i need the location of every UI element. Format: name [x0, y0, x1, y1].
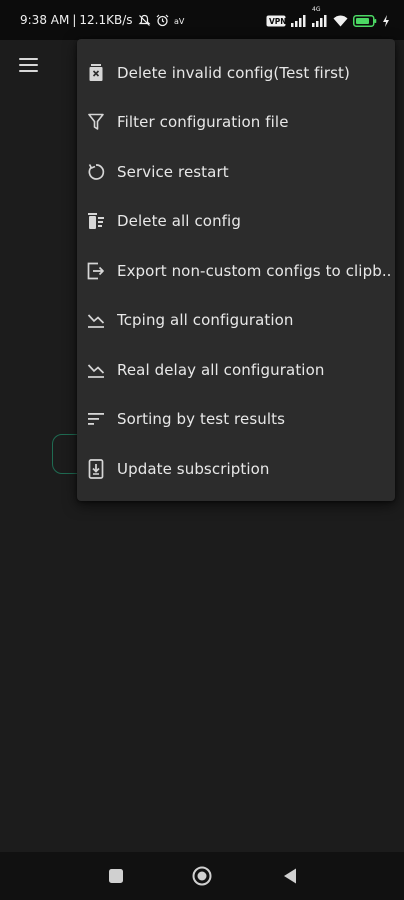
delete-invalid-icon	[86, 63, 106, 83]
menu-item-label: Delete all config	[117, 212, 241, 231]
battery-icon	[353, 12, 377, 31]
menu-item-delete-all[interactable]: Delete all config	[77, 197, 395, 247]
real-delay-icon	[86, 360, 106, 380]
menu-item-label: Filter configuration file	[117, 113, 289, 132]
menu-item-sort[interactable]: Sorting by test results	[77, 395, 395, 445]
mute-icon	[138, 14, 151, 27]
status-time: 9:38 AM	[20, 13, 70, 27]
menu-item-tcping[interactable]: Tcping all configuration	[77, 296, 395, 346]
sort-icon	[86, 409, 106, 429]
home-icon	[192, 866, 212, 886]
vowifi-icon: aV	[174, 15, 188, 26]
vpn-icon: VPN	[266, 12, 287, 31]
menu-item-service-restart[interactable]: Service restart	[77, 147, 395, 197]
menu-item-label: Real delay all configuration	[117, 360, 325, 379]
signal-4g-icon: 4G	[312, 6, 328, 31]
status-bar: 9:38 AM | 12.1KB/s aV VPN 4G	[0, 0, 404, 40]
svg-text:VPN: VPN	[269, 17, 286, 26]
menu-item-export[interactable]: Export non-custom configs to clipb..	[77, 246, 395, 296]
menu-item-label: Update subscription	[117, 459, 270, 478]
menu-item-label: Tcping all configuration	[117, 311, 294, 330]
recents-button[interactable]	[106, 866, 126, 886]
wifi-icon	[333, 12, 348, 31]
restart-icon	[86, 162, 106, 182]
navigation-bar	[0, 852, 404, 900]
back-icon	[284, 868, 296, 884]
svg-text:aV: aV	[174, 17, 185, 26]
menu-icon[interactable]	[17, 54, 41, 78]
menu-item-label: Delete invalid config(Test first)	[117, 63, 350, 82]
update-subscription-icon	[86, 458, 106, 479]
export-icon	[86, 261, 106, 281]
delete-all-icon	[86, 211, 106, 231]
home-button[interactable]	[191, 866, 212, 886]
menu-item-label: Service restart	[117, 162, 229, 181]
status-left: 9:38 AM | 12.1KB/s aV	[20, 13, 188, 27]
menu-item-delete-invalid[interactable]: Delete invalid config(Test first)	[77, 48, 395, 98]
alarm-icon	[156, 14, 169, 27]
menu-item-label: Sorting by test results	[117, 410, 286, 429]
recents-icon	[109, 869, 123, 883]
charging-icon	[382, 12, 390, 31]
tcping-icon	[86, 310, 106, 330]
filter-icon	[86, 112, 106, 132]
back-button[interactable]	[281, 866, 301, 886]
menu-item-real-delay[interactable]: Real delay all configuration	[77, 345, 395, 395]
status-separator: |	[72, 13, 77, 27]
signal-icon	[291, 12, 307, 31]
status-right: VPN 4G	[266, 6, 390, 31]
menu-item-label: Export non-custom configs to clipb..	[117, 261, 392, 280]
network-speed: 12.1KB/s	[79, 13, 133, 27]
menu-item-update-subscription[interactable]: Update subscription	[77, 444, 395, 494]
menu-item-filter[interactable]: Filter configuration file	[77, 98, 395, 148]
lte-label: 4G	[312, 6, 321, 13]
overflow-menu: Delete invalid config(Test first) Filter…	[77, 39, 395, 501]
